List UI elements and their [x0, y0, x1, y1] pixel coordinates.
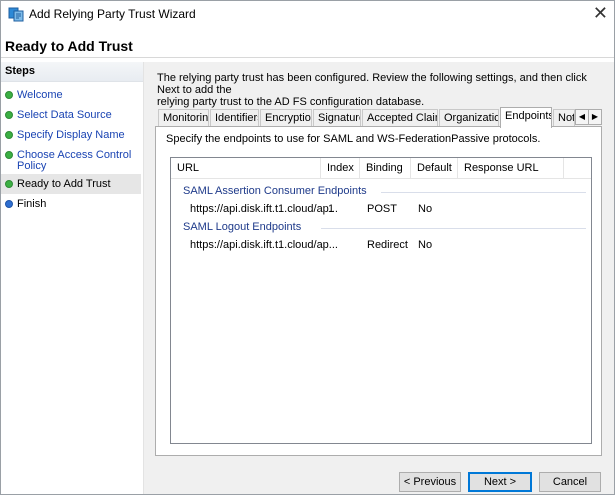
- step-choose-access-control-policy[interactable]: Choose Access Control Policy: [1, 147, 141, 173]
- row-index: 1: [328, 203, 335, 215]
- step-completed-icon: [5, 111, 13, 119]
- group-header-saml-assertion[interactable]: SAML Assertion Consumer Endpoints: [183, 185, 367, 197]
- row-url[interactable]: https://api.disk.ift.t1.cloud/ap...: [190, 239, 338, 251]
- title-bar: Add Relying Party Trust Wizard ✕: [1, 1, 614, 27]
- tab-scroll-left-icon[interactable]: ◀: [575, 109, 589, 125]
- tab-endpoints[interactable]: Endpoints: [500, 107, 552, 128]
- step-ready-to-add-trust[interactable]: Ready to Add Trust: [1, 174, 141, 194]
- step-label: Finish: [17, 198, 47, 210]
- page-header: Ready to Add Trust: [1, 27, 614, 58]
- column-header-index[interactable]: Index: [321, 158, 360, 178]
- previous-button[interactable]: < Previous: [399, 472, 461, 492]
- tab-monitoring[interactable]: Monitoring: [158, 109, 209, 126]
- step-completed-icon: [5, 151, 13, 159]
- endpoints-description: Specify the endpoints to use for SAML an…: [166, 133, 541, 145]
- intro-text: The relying party trust has been configu…: [157, 72, 607, 108]
- step-completed-icon: [5, 180, 13, 188]
- endpoints-list[interactable]: URL Index Binding Default Response URL S…: [170, 157, 592, 444]
- wizard-window: Add Relying Party Trust Wizard ✕ Ready t…: [0, 0, 615, 495]
- row-default: No: [418, 239, 433, 251]
- intro-line: The relying party trust has been configu…: [157, 72, 587, 96]
- step-pending-icon: [5, 200, 13, 208]
- tab-notes[interactable]: Note: [553, 109, 575, 126]
- step-label: Ready to Add Trust: [17, 178, 111, 190]
- column-header-binding[interactable]: Binding: [360, 158, 411, 178]
- wizard-app-icon: [8, 6, 24, 22]
- tab-scroll-right-icon[interactable]: ▶: [588, 109, 602, 125]
- steps-pane: Steps Welcome Select Data Source Specify…: [1, 62, 144, 494]
- tab-accepted-claims[interactable]: Accepted Claims: [362, 109, 438, 126]
- step-label-line2: Policy: [17, 160, 47, 172]
- main-content: The relying party trust has been configu…: [144, 62, 614, 494]
- group-divider: [321, 228, 586, 229]
- step-select-data-source[interactable]: Select Data Source: [1, 107, 141, 123]
- step-welcome[interactable]: Welcome: [1, 87, 141, 103]
- tab-encryption[interactable]: Encryption: [260, 109, 312, 126]
- step-label: Welcome: [17, 89, 63, 101]
- column-header-default[interactable]: Default: [411, 158, 458, 178]
- tab-organization[interactable]: Organization: [439, 109, 499, 126]
- step-label: Select Data Source: [17, 109, 112, 121]
- group-divider: [381, 192, 586, 193]
- cancel-button[interactable]: Cancel: [539, 472, 601, 492]
- page-title: Ready to Add Trust: [5, 38, 133, 54]
- column-header-response-url[interactable]: Response URL: [458, 158, 564, 178]
- next-button[interactable]: Next >: [468, 472, 532, 492]
- endpoints-panel: Specify the endpoints to use for SAML an…: [155, 126, 602, 456]
- step-label: Specify Display Name: [17, 129, 125, 141]
- step-completed-icon: [5, 131, 13, 139]
- close-icon[interactable]: ✕: [593, 3, 608, 23]
- step-completed-icon: [5, 91, 13, 99]
- row-binding: POST: [367, 203, 397, 215]
- tab-signature[interactable]: Signature: [313, 109, 361, 126]
- window-title: Add Relying Party Trust Wizard: [29, 7, 196, 21]
- row-url[interactable]: https://api.disk.ift.t1.cloud/ap...: [190, 203, 338, 215]
- step-specify-display-name[interactable]: Specify Display Name: [1, 127, 141, 143]
- step-finish[interactable]: Finish: [1, 196, 141, 212]
- group-header-saml-logout[interactable]: SAML Logout Endpoints: [183, 221, 301, 233]
- tab-strip: Monitoring Identifiers Encryption Signat…: [155, 107, 602, 128]
- button-bar: < Previous Next > Cancel: [144, 465, 614, 494]
- steps-header: Steps: [1, 62, 143, 82]
- list-header: URL Index Binding Default Response URL: [171, 158, 591, 179]
- tab-identifiers[interactable]: Identifiers: [210, 109, 259, 126]
- row-default: No: [418, 203, 433, 215]
- column-header-url[interactable]: URL: [171, 158, 321, 178]
- row-binding: Redirect: [367, 239, 408, 251]
